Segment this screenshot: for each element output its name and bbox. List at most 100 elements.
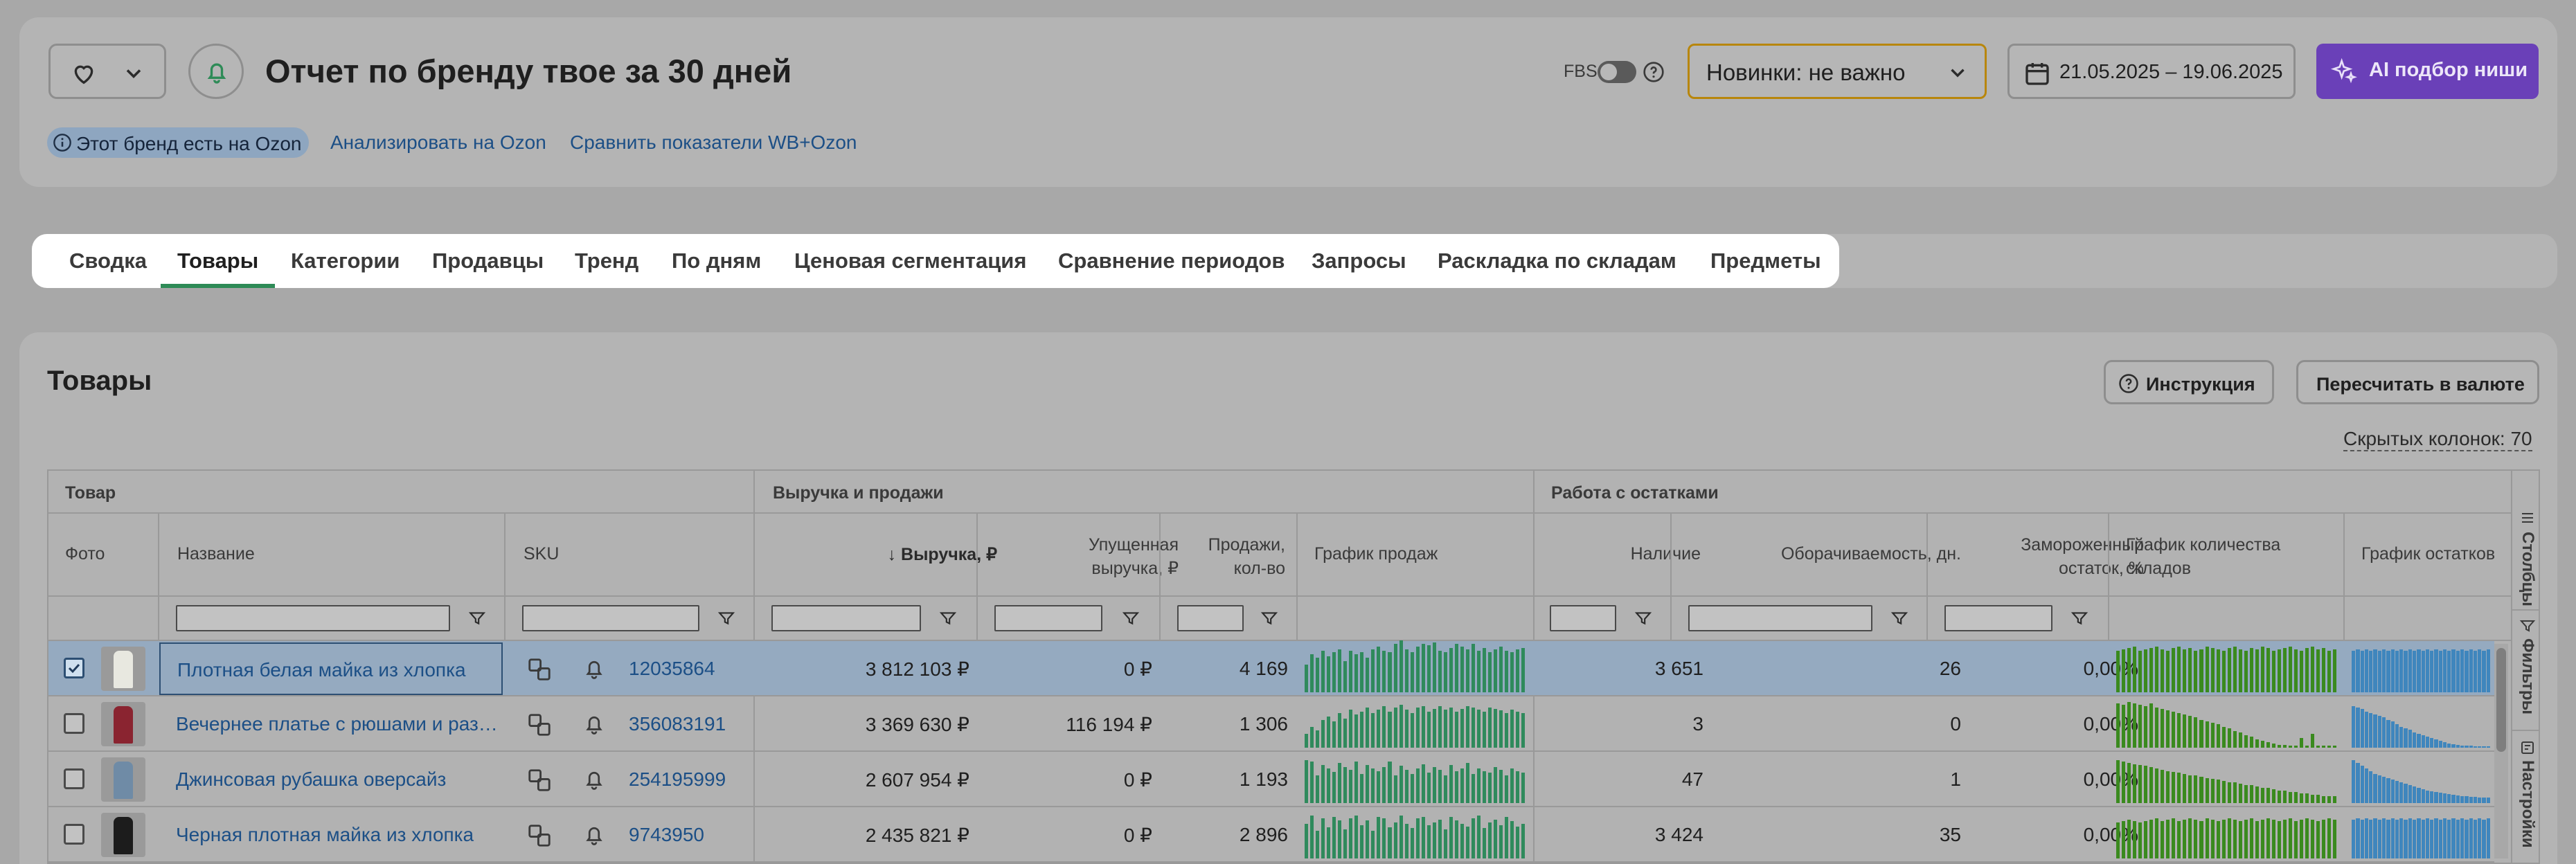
row-checkbox[interactable] xyxy=(64,768,84,789)
date-range-picker[interactable]: 21.05.2025 – 19.06.2025 xyxy=(2007,44,2296,99)
bell-icon xyxy=(207,63,226,84)
compare-wb-ozon-link[interactable]: Сравнить показатели WB+Ozon xyxy=(570,132,857,154)
stock-bar xyxy=(2352,651,2356,692)
product-thumbnail[interactable] xyxy=(101,813,145,857)
stock-bar xyxy=(2377,820,2381,858)
col-stock[interactable]: Наличие xyxy=(1572,544,1701,564)
filter-icon[interactable] xyxy=(717,609,735,627)
group-revenue: Выручка и продажи xyxy=(773,483,944,503)
copy-compare-icon[interactable] xyxy=(526,656,553,683)
frozen-filter-input[interactable] xyxy=(1944,605,2052,631)
product-name-link[interactable]: Плотная белая майка из хлопка xyxy=(177,659,466,681)
copy-compare-icon[interactable] xyxy=(526,767,553,793)
table-row[interactable]: Черная плотная майка из хлопка 9743950 2… xyxy=(48,807,2494,863)
wh-bar xyxy=(2177,647,2181,692)
product-name-cell[interactable]: Джинсовая рубашка оверсайз xyxy=(159,753,503,806)
sku-filter-input[interactable] xyxy=(522,605,699,631)
product-name-link[interactable]: Черная плотная майка из хлопка xyxy=(176,824,474,846)
filter-icon[interactable] xyxy=(1634,609,1652,627)
tab-price-segmentation[interactable]: Ценовая сегментация xyxy=(794,234,1026,288)
tab-queries[interactable]: Запросы xyxy=(1312,234,1406,288)
name-filter-input[interactable] xyxy=(176,605,450,631)
tab-by-days[interactable]: По дням xyxy=(672,234,761,288)
turnover-filter-input[interactable] xyxy=(1688,605,1872,631)
filter-icon[interactable] xyxy=(1122,609,1140,627)
bell-button[interactable] xyxy=(188,44,244,99)
tab-sellers[interactable]: Продавцы xyxy=(432,234,544,288)
side-tab-columns[interactable]: Столбцы xyxy=(2518,532,2537,606)
bell-icon[interactable] xyxy=(582,822,607,847)
sku-link[interactable]: 356083191 xyxy=(629,713,726,735)
table-scrollbar[interactable] xyxy=(2494,644,2508,858)
table-row[interactable]: Вечернее платье с рюшами и раз… 35608319… xyxy=(48,696,2494,752)
table-row[interactable]: Плотная белая майка из хлопка 12035864 3… xyxy=(48,640,2494,696)
col-sales[interactable]: Продажи, кол-во xyxy=(1191,533,1285,580)
tab-warehouse-layout[interactable]: Раскладка по складам xyxy=(1438,234,1676,288)
wh-bar xyxy=(2238,784,2242,803)
sales-bar xyxy=(1510,710,1514,748)
row-checkbox[interactable] xyxy=(64,713,84,734)
stock-filter-input[interactable] xyxy=(1550,605,1616,631)
sku-link[interactable]: 254195999 xyxy=(629,768,726,791)
filter-icon xyxy=(2519,620,2536,632)
bell-icon[interactable] xyxy=(582,712,607,737)
wh-bar xyxy=(2122,762,2126,803)
product-name-link[interactable]: Вечернее платье с рюшами и раз… xyxy=(176,713,498,735)
side-tab-filters[interactable]: Фильтры xyxy=(2518,638,2537,714)
col-sku[interactable]: SKU xyxy=(524,544,559,564)
product-name-cell[interactable]: Плотная белая майка из хлопка xyxy=(159,642,503,695)
product-thumbnail[interactable] xyxy=(101,757,145,802)
hidden-columns-link[interactable]: Скрытых колонок: 70 xyxy=(2343,428,2532,451)
product-thumbnail[interactable] xyxy=(101,702,145,746)
recalc-currency-button[interactable]: Пересчитать в валюте xyxy=(2296,360,2539,404)
sales-bar xyxy=(1415,768,1420,803)
copy-compare-icon[interactable] xyxy=(526,712,553,738)
filter-icon[interactable] xyxy=(1890,609,1908,627)
stock-bar xyxy=(2456,820,2460,858)
copy-compare-icon[interactable] xyxy=(526,822,553,849)
product-name-link[interactable]: Джинсовая рубашка оверсайз xyxy=(176,768,446,791)
filter-icon[interactable] xyxy=(468,609,486,627)
sales-bar xyxy=(1338,763,1342,803)
wh-bar xyxy=(2260,820,2264,858)
tab-summary[interactable]: Сводка xyxy=(69,234,147,288)
bell-icon[interactable] xyxy=(582,767,607,792)
analyze-ozon-link[interactable]: Анализировать на Ozon xyxy=(330,132,546,154)
stock-bar xyxy=(2352,706,2356,748)
col-lost-revenue[interactable]: Упущенная выручка, ₽ xyxy=(1025,533,1179,580)
tab-products[interactable]: Товары xyxy=(161,234,276,288)
filter-icon[interactable] xyxy=(2070,609,2088,627)
row-checkbox[interactable] xyxy=(64,658,84,678)
tab-categories[interactable]: Категории xyxy=(291,234,400,288)
bell-icon[interactable] xyxy=(582,656,607,681)
side-tab-settings[interactable]: Настройки xyxy=(2518,760,2537,848)
filter-icon[interactable] xyxy=(1260,609,1278,627)
filter-icon[interactable] xyxy=(939,609,957,627)
lost-revenue-filter-input[interactable] xyxy=(994,605,1102,631)
favorite-dropdown-button[interactable] xyxy=(48,44,166,99)
tab-items[interactable]: Предметы xyxy=(1710,234,1821,288)
col-frozen[interactable]: Замороженный остаток, % xyxy=(1987,533,2144,580)
sales-sparkline xyxy=(1305,813,1526,858)
tab-period-comparison[interactable]: Сравнение периодов xyxy=(1058,234,1285,288)
product-name-cell[interactable]: Черная плотная майка из хлопка xyxy=(159,809,503,861)
ai-niche-button[interactable]: AI подбор ниши xyxy=(2316,44,2539,99)
table-row[interactable]: Джинсовая рубашка оверсайз 254195999 2 6… xyxy=(48,752,2494,807)
product-thumbnail[interactable] xyxy=(101,647,145,691)
novelty-select[interactable]: Новинки: не важно xyxy=(1688,44,1987,99)
product-name-cell[interactable]: Вечернее платье с рюшами и раз… xyxy=(159,698,503,750)
help-icon[interactable] xyxy=(1643,61,1665,83)
row-checkbox[interactable] xyxy=(64,824,84,845)
sku-link[interactable]: 12035864 xyxy=(629,658,715,680)
instruction-button[interactable]: Инструкция xyxy=(2104,360,2274,404)
sales-bar xyxy=(1421,817,1425,858)
wh-bar xyxy=(2305,648,2309,692)
sales-filter-input[interactable] xyxy=(1177,605,1244,631)
revenue-filter-input[interactable] xyxy=(771,605,921,631)
sales-bar xyxy=(1410,774,1414,803)
tab-trend[interactable]: Тренд xyxy=(575,234,638,288)
fbs-toggle[interactable] xyxy=(1598,61,1636,83)
wh-bar xyxy=(2127,820,2131,858)
col-name[interactable]: Название xyxy=(177,544,255,564)
sku-link[interactable]: 9743950 xyxy=(629,824,704,846)
